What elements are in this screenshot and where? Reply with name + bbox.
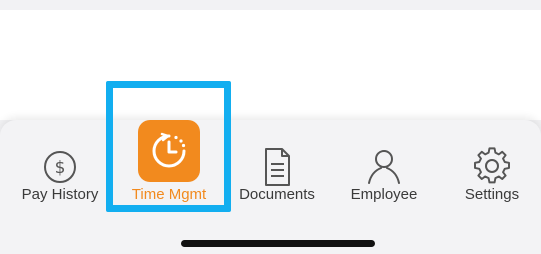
tab-label-employee: Employee: [350, 186, 418, 203]
clock-refresh-icon: [137, 119, 201, 183]
top-strip: [0, 0, 541, 10]
tab-pay-history[interactable]: $ Pay History: [10, 120, 110, 220]
tab-time-mgmt[interactable]: Time Mgmt: [119, 120, 219, 220]
content-area: [0, 10, 541, 120]
tab-settings[interactable]: Settings: [442, 120, 541, 220]
tab-employee[interactable]: Employee: [334, 120, 434, 220]
app-screen: $ Pay History Time Mgmt Documents Employ…: [0, 0, 541, 254]
tab-label-time-mgmt: Time Mgmt: [131, 186, 207, 203]
tab-label-documents: Documents: [239, 186, 315, 203]
tab-label-pay-history: Pay History: [21, 186, 99, 203]
tab-documents[interactable]: Documents: [227, 120, 327, 220]
active-icon-background: [138, 120, 200, 182]
home-indicator[interactable]: [181, 240, 375, 247]
tab-label-settings: Settings: [464, 186, 520, 203]
bottom-tab-bar: $ Pay History Time Mgmt Documents Employ…: [0, 120, 541, 254]
svg-text:$: $: [55, 158, 66, 178]
